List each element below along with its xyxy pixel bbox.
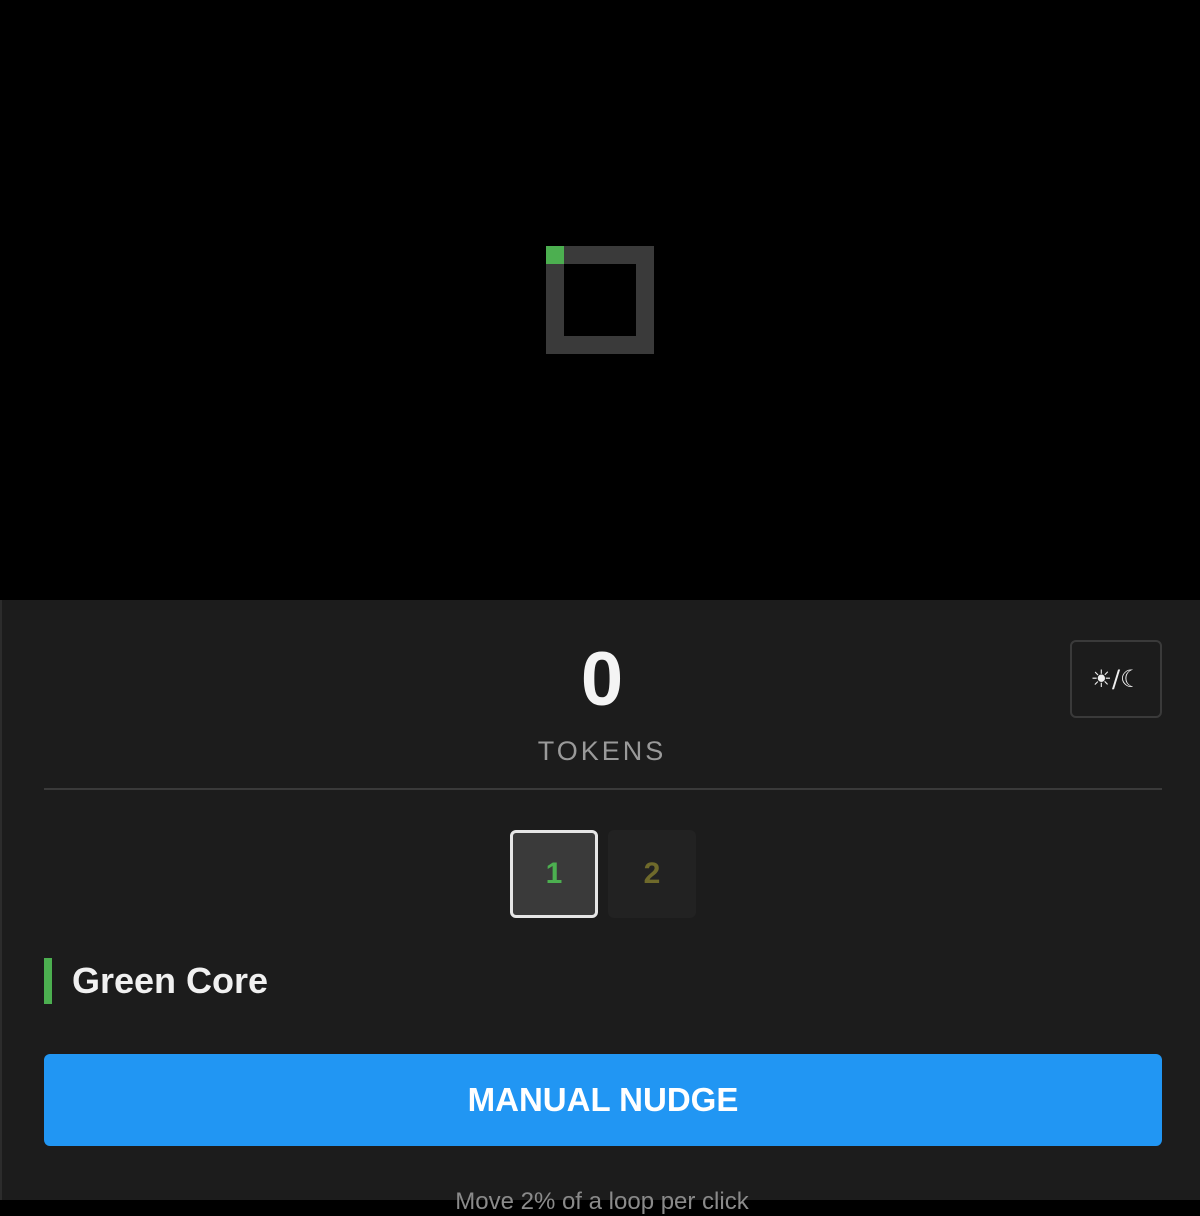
- sun-moon-icon: ☀/☾: [1090, 665, 1142, 693]
- manual-nudge-button[interactable]: MANUAL NUDGE: [44, 1054, 1162, 1146]
- hint-text: Move 2% of a loop per click: [455, 1188, 749, 1215]
- level-2-label: 2: [643, 857, 661, 890]
- level-1-label: 1: [545, 857, 563, 890]
- manual-nudge-label: MANUAL NUDGE: [467, 1081, 739, 1118]
- level-1-button[interactable]: 1: [510, 830, 598, 918]
- token-count: 0: [580, 637, 624, 722]
- core-color-bar: [44, 958, 52, 1004]
- theme-toggle-button[interactable]: ☀/☾: [1070, 640, 1162, 718]
- game-viewport: [0, 0, 1200, 600]
- control-panel: 0 TOKENS ☀/☾ 1 2 Green Core MANUAL NUDGE…: [0, 600, 1200, 1215]
- core-name: Green Core: [72, 960, 269, 1001]
- core-runner: [546, 246, 564, 264]
- divider: [44, 788, 1162, 790]
- token-label: TOKENS: [537, 736, 667, 766]
- level-2-button[interactable]: 2: [608, 830, 696, 918]
